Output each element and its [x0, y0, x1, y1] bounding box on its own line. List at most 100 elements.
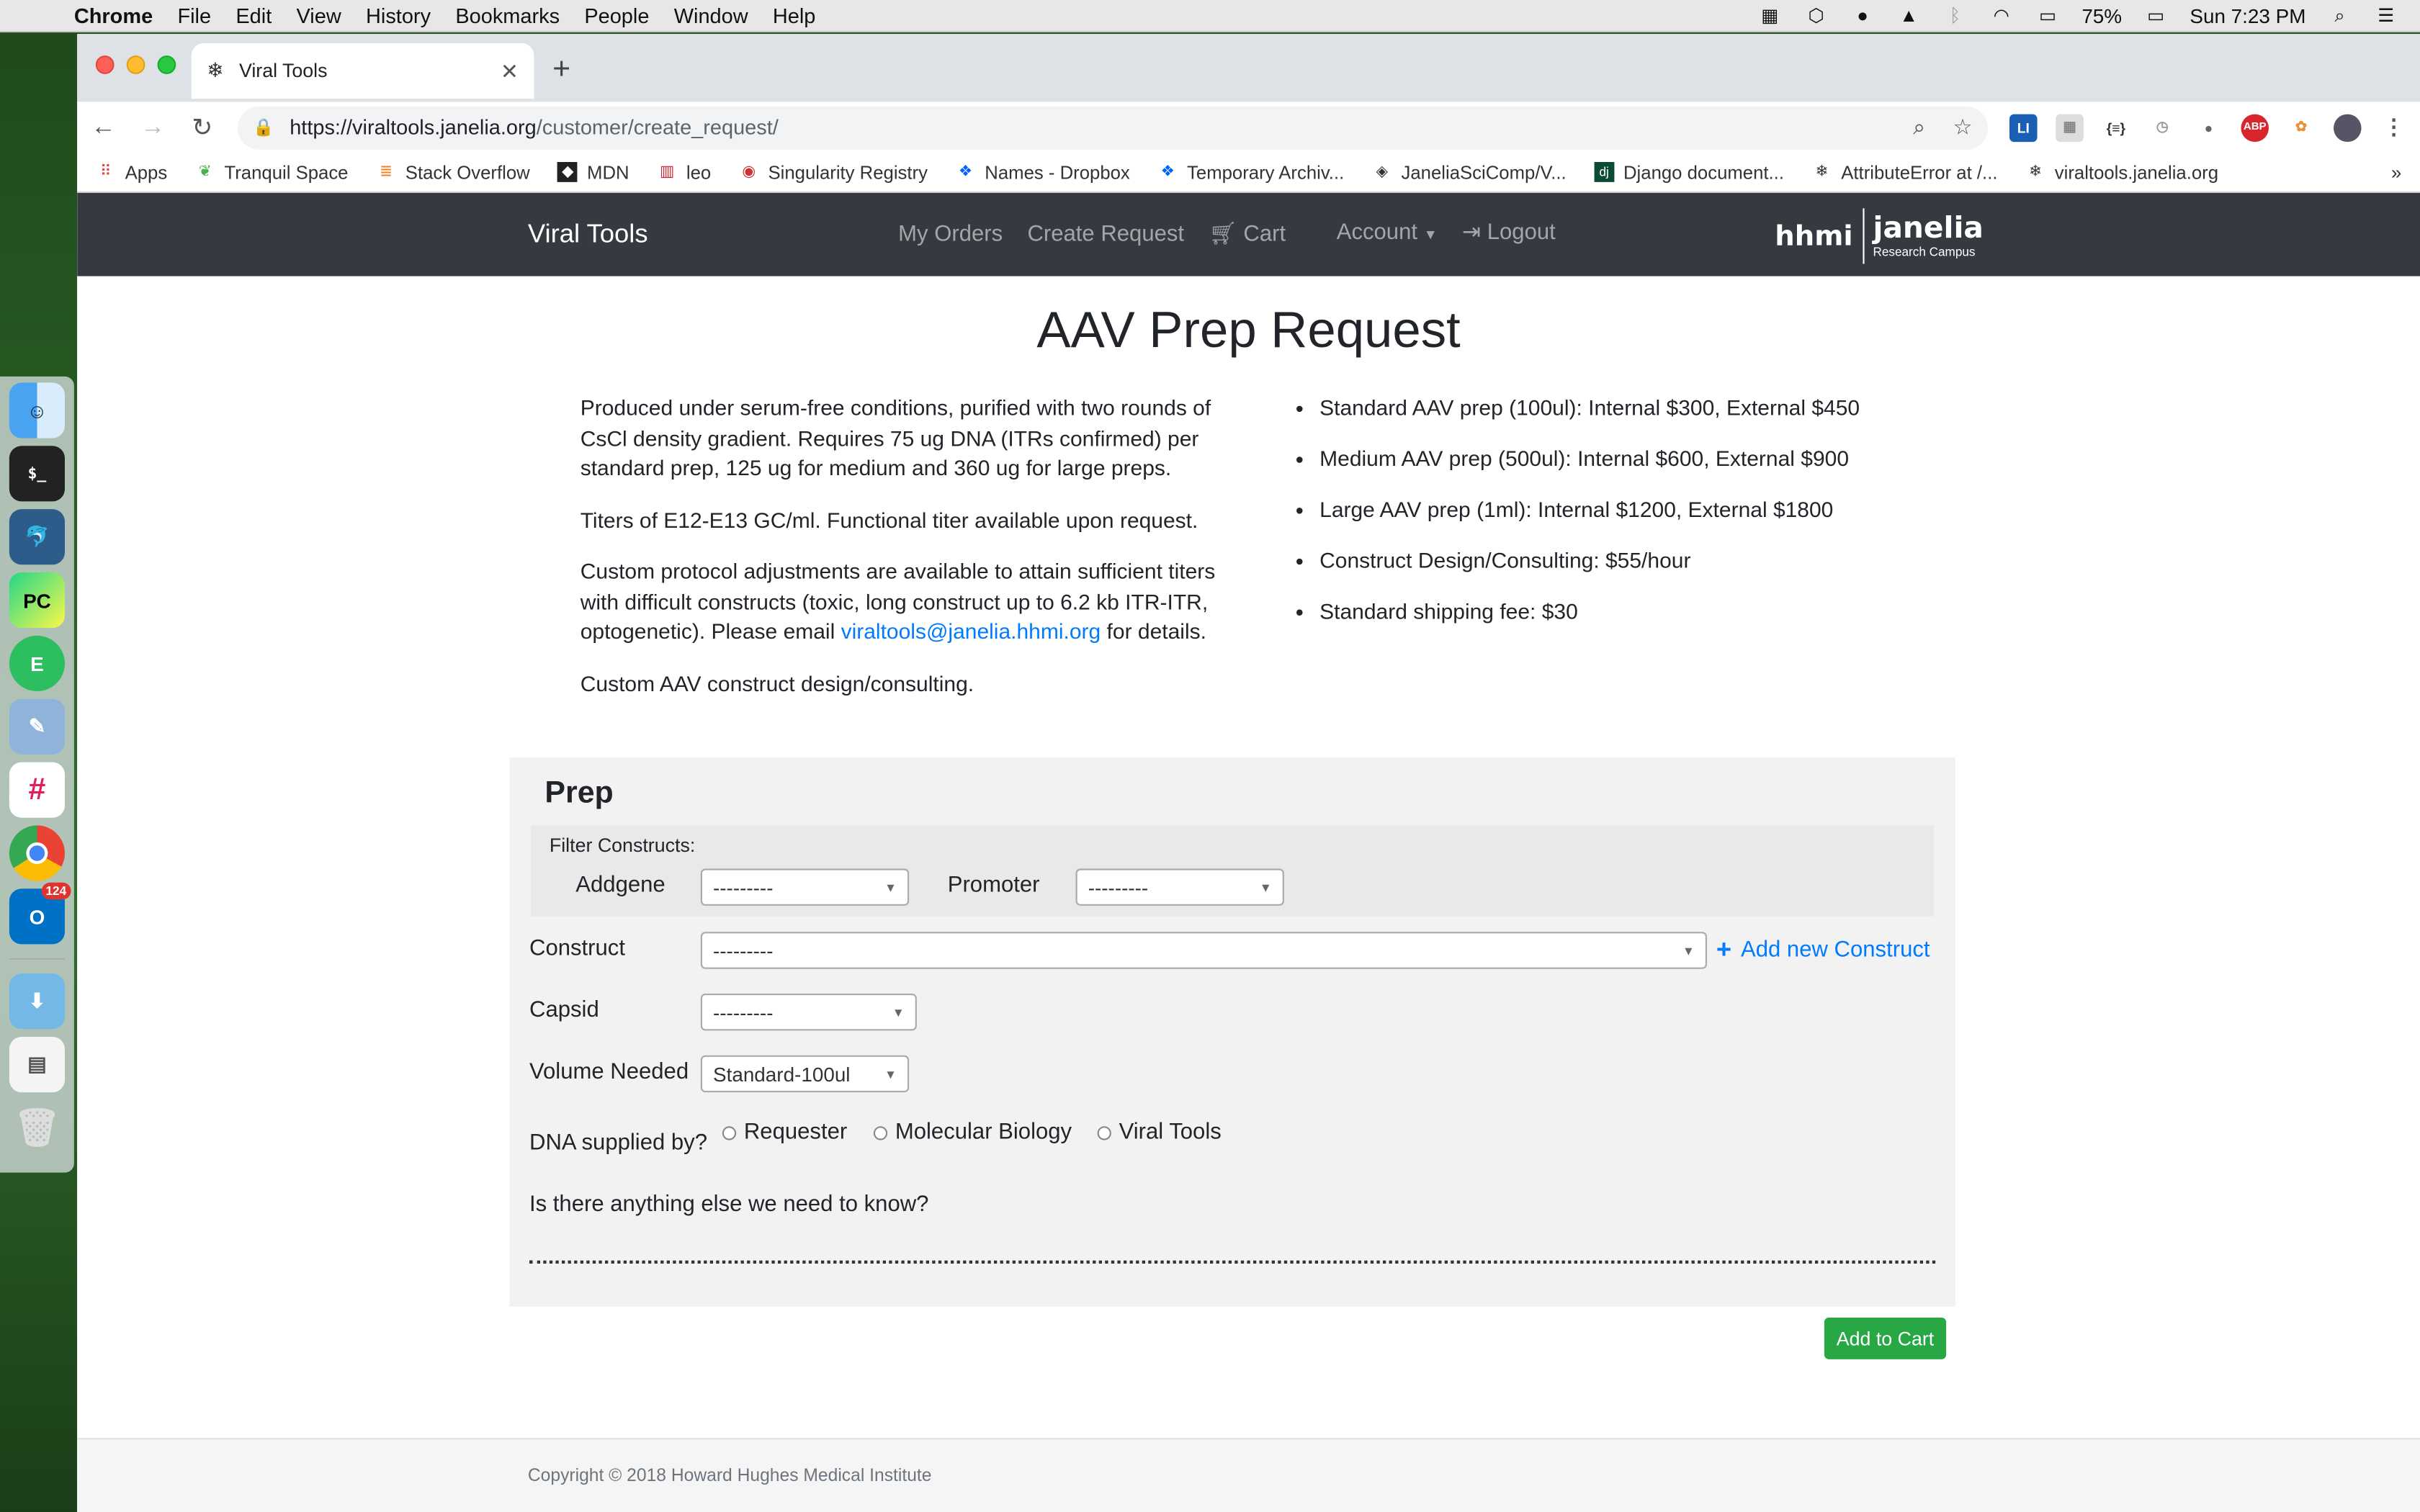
radio-molecular-biology[interactable]: Molecular Biology: [873, 1120, 1072, 1145]
extension-color-icon[interactable]: ✿: [2287, 113, 2316, 142]
description-paragraph-3: Custom protocol adjustments are availabl…: [581, 557, 1229, 647]
bookmark-stack-overflow[interactable]: ≣ Stack Overflow: [376, 161, 530, 183]
nav-account-dropdown[interactable]: Account ▼: [1337, 220, 1438, 245]
menu-view[interactable]: View: [284, 4, 353, 27]
close-tab-icon[interactable]: ✕: [501, 58, 519, 84]
volume-select[interactable]: Standard-100ul ▼: [700, 1055, 910, 1093]
bookmark-temporary-archive[interactable]: ❖ Temporary Archiv...: [1157, 161, 1345, 183]
capsid-select[interactable]: --------- ▼: [700, 994, 917, 1031]
chrome-icon[interactable]: [9, 825, 66, 881]
url-path: /customer/create_request/: [536, 115, 779, 139]
chrome-menu-icon[interactable]: ⋮: [2380, 113, 2408, 142]
menu-file[interactable]: File: [165, 4, 223, 27]
address-bar[interactable]: 🔒 https://viraltools.janelia.org/custome…: [238, 105, 1988, 149]
mysql-workbench-icon[interactable]: 🐬: [9, 509, 66, 565]
battery-icon[interactable]: ▭: [2143, 4, 2168, 26]
adblock-icon[interactable]: ABP: [2241, 113, 2269, 142]
slack-icon[interactable]: #: [9, 762, 66, 818]
notes-textarea[interactable]: [529, 1260, 1936, 1264]
spotlight-icon[interactable]: ⌕: [2327, 4, 2352, 26]
bookmark-attributeerror[interactable]: ❄ AttributeError at /...: [1812, 161, 1997, 183]
clock[interactable]: Sun 7:23 PM: [2190, 4, 2305, 27]
zoom-window-button[interactable]: [157, 55, 176, 74]
browser-toolbar: ← → ↻ 🔒 https://viraltools.janelia.org/c…: [77, 102, 2420, 153]
logo-hhmi: hhmi: [1775, 220, 1853, 253]
hhmi-janelia-logo[interactable]: hhmi janelia Research Campus: [1775, 208, 1984, 264]
bookmark-viraltools[interactable]: ❄ viraltools.janelia.org: [2025, 161, 2218, 183]
nav-logout[interactable]: ⇥ Logout: [1462, 220, 1556, 245]
bluetooth-icon[interactable]: ᛒ: [1942, 4, 1967, 26]
menu-edit[interactable]: Edit: [223, 4, 284, 27]
bookmark-star-icon[interactable]: ☆: [1953, 114, 1973, 140]
wifi-icon[interactable]: ◠: [1989, 4, 2014, 26]
trash-icon[interactable]: 🗑: [9, 1100, 65, 1156]
preview-icon[interactable]: ✎: [9, 698, 66, 755]
addgene-select[interactable]: --------- ▼: [700, 868, 910, 906]
radio-requester[interactable]: Requester: [722, 1120, 847, 1145]
add-to-cart-button[interactable]: Add to Cart: [1824, 1318, 1947, 1359]
menu-help[interactable]: Help: [761, 4, 828, 27]
minimize-window-button[interactable]: [126, 55, 145, 74]
notification-center-icon[interactable]: ☰: [2374, 4, 2398, 26]
radio-circle[interactable]: [722, 1125, 737, 1140]
bookmark-singularity-registry[interactable]: ◉ Singularity Registry: [739, 161, 928, 183]
outlook-icon[interactable]: O 124: [9, 882, 71, 945]
nav-cart[interactable]: 🛒︎ Cart: [1209, 220, 1286, 247]
lock-icon[interactable]: 🔒: [253, 117, 274, 138]
bookmark-janeliascicomp[interactable]: ◈ JaneliaSciComp/V...: [1372, 161, 1566, 183]
snowflake-icon: ❄: [1815, 163, 1829, 181]
bookmark-apps[interactable]: ⠿ Apps: [96, 161, 167, 183]
cart-icon: 🛒︎: [1209, 222, 1237, 247]
zoom-icon[interactable]: ⌕: [1913, 114, 1925, 140]
menu-window[interactable]: Window: [662, 4, 761, 27]
menu-bookmarks[interactable]: Bookmarks: [443, 4, 572, 27]
radio-circle[interactable]: [1097, 1125, 1111, 1140]
construct-select[interactable]: --------- ▼: [700, 932, 1707, 969]
battery-percent[interactable]: 75%: [2081, 4, 2122, 27]
nav-my-orders[interactable]: My Orders: [898, 220, 1003, 246]
bookmarks-overflow-button[interactable]: »: [2391, 161, 2401, 183]
promoter-select[interactable]: --------- ▼: [1075, 868, 1284, 906]
downloads-folder-icon[interactable]: ⬇: [9, 973, 66, 1030]
add-new-construct-link[interactable]: + Add new Construct: [1716, 935, 1930, 966]
new-tab-button[interactable]: +: [552, 53, 570, 88]
docker-icon[interactable]: ▦: [1757, 4, 1782, 26]
extension-circle-icon[interactable]: ●: [2195, 113, 2223, 142]
back-icon[interactable]: ←: [89, 114, 117, 142]
finder-icon[interactable]: ☺: [9, 382, 66, 438]
document-icon[interactable]: ▤: [9, 1037, 66, 1093]
extension-li-icon[interactable]: LI: [2009, 113, 2038, 142]
radio-circle[interactable]: [873, 1125, 888, 1140]
drive-icon[interactable]: ▲: [1896, 4, 1921, 26]
bookmark-tranquil-space[interactable]: ❦ Tranquil Space: [195, 161, 349, 183]
site-brand[interactable]: Viral Tools: [528, 219, 648, 250]
plus-icon: +: [1716, 935, 1732, 965]
extension-clock-icon[interactable]: ◷: [2148, 113, 2177, 142]
bookmark-names-dropbox[interactable]: ❖ Names - Dropbox: [956, 161, 1130, 183]
copyright-text: Copyright © 2018 Howard Hughes Medical I…: [527, 1467, 932, 1486]
description-paragraph-1: Produced under serum-free conditions, pu…: [580, 395, 1211, 480]
bookmark-django-docs[interactable]: dj Django document...: [1594, 161, 1784, 183]
terminal-icon[interactable]: $_: [9, 446, 66, 502]
bookmark-mdn[interactable]: ◆ MDN: [557, 161, 629, 183]
reload-icon[interactable]: ↻: [188, 112, 216, 143]
profile-avatar[interactable]: [2334, 113, 2362, 142]
evernote-icon[interactable]: E: [9, 635, 66, 691]
radio-viral-tools[interactable]: Viral Tools: [1097, 1120, 1222, 1145]
dollar-icon[interactable]: ●: [1850, 4, 1875, 26]
extension-grid-icon[interactable]: ▦: [2056, 113, 2084, 142]
airplay-icon[interactable]: ▭: [2035, 4, 2060, 26]
nav-create-request[interactable]: Create Request: [1027, 220, 1184, 246]
box-icon[interactable]: ⬡: [1804, 4, 1829, 26]
menu-history[interactable]: History: [354, 4, 443, 27]
email-link[interactable]: viraltools@janelia.hhmi.org: [841, 618, 1101, 643]
bookmark-leo[interactable]: ▥ leo: [657, 161, 711, 183]
chevron-down-icon: ▼: [884, 880, 897, 894]
pycharm-icon[interactable]: PC: [9, 572, 66, 629]
close-window-button[interactable]: [95, 55, 115, 74]
forward-icon[interactable]: →: [139, 114, 167, 142]
menu-people[interactable]: People: [572, 4, 661, 27]
extension-json-icon[interactable]: {≡}: [2102, 113, 2130, 142]
menu-app-name[interactable]: Chrome: [62, 4, 166, 27]
tab-viral-tools[interactable]: ❄ Viral Tools ✕: [191, 43, 534, 99]
